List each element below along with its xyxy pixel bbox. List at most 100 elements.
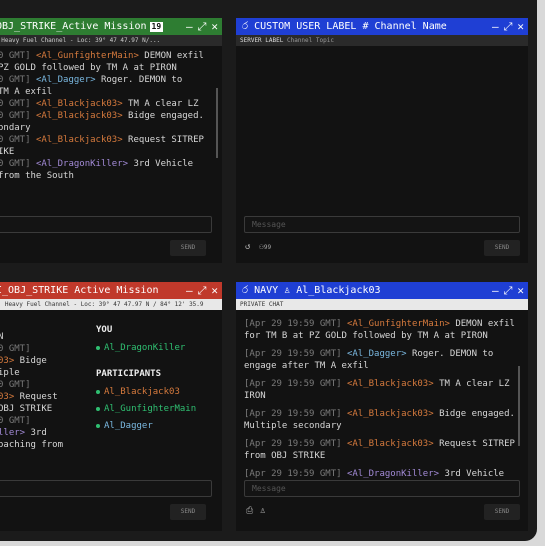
message-line: oaching from [0,439,88,451]
close-icon[interactable]: ✕ [517,20,524,34]
message-author: 03> [0,356,15,366]
message-timestamp: 0 GMT] [0,344,36,354]
message-text: DEMON exfil [138,51,204,61]
participants-label: PARTICIPANTS [96,369,162,379]
participants-list: YOU Al_DragonKiller PARTICIPANTS Al_Blac… [96,325,216,438]
expand-icon[interactable]: ⤢ [198,20,207,34]
message-input[interactable] [0,480,212,497]
hash-icon: # [362,21,369,32]
minimize-icon[interactable]: – [186,20,193,34]
message-text: N [0,332,4,342]
message-input[interactable]: Message [244,480,520,497]
expand-icon[interactable]: ⤢ [504,20,513,34]
message-line: OBJ STRIKE [0,403,88,415]
panel-titlebar[interactable]: OBJ_STRIKE_Active Mission 19 – ⤢ ✕ [0,18,222,35]
channel-icon: ර [242,285,255,296]
message-text: Bidge [14,356,47,366]
panel-titlebar[interactable]: ර CUSTOM USER LABEL # Channel Name – ⤢ ✕ [236,18,528,35]
minimize-icon[interactable]: – [492,20,499,34]
message-line: ondary [0,122,216,134]
unread-badge: 19 [149,22,164,32]
message-input[interactable]: Message [244,216,520,233]
panel-subtitle: PRIVATE CHAT [236,299,528,310]
minimize-icon[interactable]: – [186,284,193,298]
channel-topic: Channel Topic [286,37,334,44]
message-text: TM A exfil [0,87,53,97]
message-text: PZ GOLD followed by TM A at PIRON [0,63,177,73]
send-button[interactable]: SEND [170,240,206,256]
message-timestamp: 0 GMT] [0,159,36,169]
participant-item[interactable]: Al_Blackjack03 [96,387,216,397]
user-count: 99 [263,244,272,251]
close-icon[interactable]: ✕ [211,20,218,34]
message-author: <Al_GunfighterMain> [346,319,450,329]
message-line: 03> Bidge [0,355,88,367]
message-timestamp: 0 GMT] [0,111,36,121]
message-author: <Al_Blackjack03> [346,439,434,449]
online-dot [96,406,100,411]
message-timestamp: [Apr 29 19:59 GMT] [244,469,347,479]
message-author: <Al_Blackjack03> [346,379,434,389]
message-list: N0 GMT] 03> Bidge iple 0 GMT] 03> Request O… [0,331,88,451]
message-timestamp: 0 GMT] [0,75,36,85]
message-text: iple [0,368,20,378]
message-line: ller> 3rd [0,427,88,439]
channel-name: Channel Name [374,21,447,32]
message-text: Bidge engaged. [122,111,204,121]
message-text: 3rd [25,428,47,438]
close-icon[interactable]: ✕ [211,284,218,298]
message-input[interactable] [0,216,212,233]
message-timestamp: 0 GMT] [0,416,36,426]
message-line: PZ GOLD followed by TM A at PIRON [0,62,216,74]
channel-icon: ර [242,21,255,32]
message-line: IKE [0,146,216,158]
message-author: <Al_Dagger> [346,349,407,359]
users-icon[interactable]: ⚇99 [259,242,271,251]
participant-item[interactable]: Al_GunfighterMain [96,404,216,414]
message-placeholder: Message [252,484,286,493]
participant-you[interactable]: Al_DragonKiller [96,343,216,353]
file-icon[interactable]: ⎙ [246,506,253,516]
message-list: 0 GMT] <Al_GunfighterMain> DEMON exfil PZ… [0,50,216,182]
panel-subtitle: SERVER LABEL Channel Topic [236,35,528,46]
message-timestamp: [Apr 29 19:59 GMT] [244,319,347,329]
message-timestamp: 0 GMT] [0,380,36,390]
message-line: 0 GMT] [0,379,88,391]
close-icon[interactable]: ✕ [517,284,524,298]
message-author: <Al_Blackjack03> [35,99,123,109]
message-author: <Al_Blackjack03> [35,111,123,121]
send-button[interactable]: SEND [484,504,520,520]
participant-item[interactable]: Al_Dagger [96,421,216,431]
chat-panel-private: ර NAVY ♙ Al_Blackjack03 – ⤢ ✕ PRIVATE CH… [236,282,528,531]
expand-icon[interactable]: ⤢ [504,284,513,298]
send-button[interactable]: SEND [170,504,206,520]
message-timestamp: [Apr 29 19:59 GMT] [244,409,347,419]
user-icon[interactable]: ♙ [260,506,265,516]
message-author: <Al_GunfighterMain> [35,51,139,61]
scrollbar[interactable] [216,88,218,158]
message-text: Roger. DEMON to [95,75,183,85]
send-button[interactable]: SEND [484,240,520,256]
message-author: <Al_Blackjack03> [35,135,123,145]
panel-titlebar[interactable]: I_OBJ_STRIKE Active Mission – ⤢ ✕ [0,282,222,299]
server-label: SERVER LABEL [240,37,284,44]
message-line: 0 GMT] <Al_DragonKiller> 3rd Vehicle [0,158,216,170]
panel-subtitle: : Heavy Fuel Channel - Loc: 39° 47 47.97… [0,35,222,46]
panel-titlebar[interactable]: ර NAVY ♙ Al_Blackjack03 – ⤢ ✕ [236,282,528,299]
message-list: [Apr 29 19:59 GMT] <Al_GunfighterMain> D… [244,318,520,498]
minimize-icon[interactable]: – [492,284,499,298]
message-line: 03> Request [0,391,88,403]
expand-icon[interactable]: ⤢ [198,284,207,298]
message-line: 0 GMT] <Al_Blackjack03> TM A clear LZ [0,98,216,110]
scrollbar[interactable] [518,366,520,446]
history-icon[interactable]: ↺ [245,242,250,252]
message-line: 0 GMT] <Al_GunfighterMain> DEMON exfil [0,50,216,62]
message-item: [Apr 29 19:59 GMT] <Al_GunfighterMain> D… [244,318,520,342]
message-line: TM A exfil [0,86,216,98]
message-text: 3rd Vehicle [128,159,194,169]
message-text: from the South [0,171,74,181]
panel-title: OBJ_STRIKE_Active Mission [0,21,147,32]
message-timestamp: [Apr 29 19:59 GMT] [244,349,347,359]
message-text: ondary [0,123,31,133]
message-line: N [0,331,88,343]
